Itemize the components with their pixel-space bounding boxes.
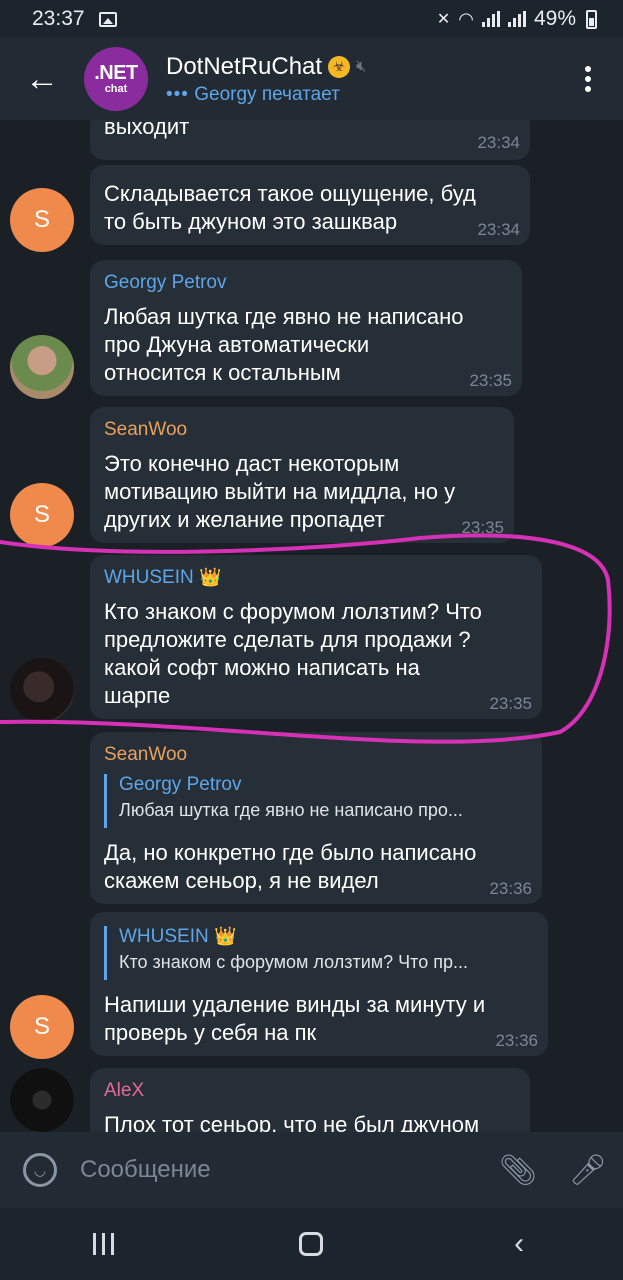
chat-title-row: DotNetRuChat ☣ 🔇︎	[166, 53, 553, 81]
message-text: Да, но конкретно где было написано	[104, 840, 477, 865]
chat-title: DotNetRuChat	[166, 52, 323, 80]
message-bubble[interactable]: WHUSEIN 👑 Кто знаком с форумом лолзтим? …	[90, 912, 548, 1056]
emoji-icon: ◡	[23, 1153, 57, 1187]
message-time: 23:34	[477, 133, 520, 152]
message-text: про Джуна автоматически	[104, 332, 370, 357]
avatar[interactable]: S	[10, 995, 74, 1059]
back-button[interactable]: ←	[0, 38, 84, 120]
avatar[interactable]	[10, 1068, 74, 1132]
home-icon	[299, 1232, 324, 1256]
avatar[interactable]: S	[10, 483, 74, 547]
home-button[interactable]	[266, 1232, 356, 1256]
message-time: 23:36	[489, 879, 532, 898]
recents-button[interactable]	[59, 1233, 149, 1255]
message-text: других и желание пропадет	[104, 507, 385, 532]
avatar[interactable]	[10, 658, 74, 722]
reply-text: Любая шутка где явно не написано про...	[119, 800, 463, 820]
gallery-notification-icon	[98, 11, 117, 27]
message-time: 23:35	[469, 371, 512, 390]
system-back-button[interactable]: ‹	[474, 1227, 564, 1261]
chat-header: ← .NET chat DotNetRuChat ☣ 🔇︎ ••• Georgy…	[0, 38, 623, 120]
system-navigation-bar: ‹	[0, 1208, 623, 1280]
message-text: Это конечно даст некоторым	[104, 451, 400, 476]
message-text: Плох тот сеньор, что не был джуном	[104, 1112, 480, 1132]
message-text: Кто знаком с форумом лолзтим? Что	[104, 599, 482, 624]
avatar-logo-subtext: chat	[104, 83, 128, 95]
message-bubble[interactable]: Складывается такое ощущение, буд то быть…	[90, 165, 530, 245]
crown-icon: 👑	[214, 926, 237, 946]
signal-icon-2	[507, 11, 526, 27]
muted-icon: 🔇︎	[356, 57, 367, 75]
chat-avatar[interactable]: .NET chat	[84, 47, 148, 111]
typing-text: Georgy печатает	[194, 83, 340, 105]
message-text: Любая шутка где явно не написано	[104, 304, 464, 329]
composer: ◡ 📎︎ 🎤︎	[0, 1132, 623, 1208]
emoji-button[interactable]: ◡	[0, 1132, 80, 1208]
avatar-logo-text: .NET	[94, 62, 138, 84]
signal-icon	[481, 11, 500, 27]
sender-name[interactable]: SeanWoo	[104, 744, 187, 766]
message-text: предложите сделать для продажи ?	[104, 627, 471, 652]
message-time: 23:36	[495, 1031, 538, 1050]
message-text: мотивацию выйти на миддла, но у	[104, 479, 456, 504]
message-text: выходит	[104, 120, 190, 139]
avatar[interactable]	[10, 335, 74, 399]
reply-preview[interactable]: Georgy Petrov Любая шутка где явно не на…	[104, 774, 463, 828]
crown-icon: 👑	[199, 567, 222, 587]
paperclip-icon: 📎︎	[498, 1153, 538, 1187]
typing-status: ••• Georgy печатает	[166, 84, 553, 106]
microphone-icon: 🎤︎	[568, 1153, 608, 1187]
message-text: Напиши удаление винды за минуту и	[104, 992, 486, 1017]
more-menu-button[interactable]	[553, 38, 623, 120]
message-bubble[interactable]: AleX Плох тот сеньор, что не был джуном	[90, 1068, 530, 1132]
message-text: скажем сеньор, я не видел	[104, 868, 379, 893]
voice-record-button[interactable]: 🎤︎	[553, 1132, 623, 1208]
battery-icon	[586, 9, 597, 29]
chevron-left-icon: ‹	[514, 1227, 525, 1260]
message-text: относится к остальным	[104, 360, 341, 385]
message-bubble[interactable]: выходит 23:34	[90, 120, 530, 160]
message-bubble[interactable]: WHUSEIN 👑 Кто знаком с форумом лолзтим? …	[90, 555, 542, 719]
message-bubble[interactable]: Georgy Petrov Любая шутка где явно не на…	[90, 260, 522, 396]
wifi-icon: ◠	[458, 8, 474, 29]
battery-percent: 49%	[533, 7, 576, 30]
avatar[interactable]: S	[10, 188, 74, 252]
message-text: то быть джуном это зашквар	[104, 209, 398, 234]
message-time: 23:35	[489, 694, 532, 713]
message-time: 23:34	[477, 220, 520, 239]
message-time: 23:35	[461, 518, 504, 537]
arrow-left-icon: ←	[25, 59, 59, 98]
status-time: 23:37	[32, 7, 85, 30]
reply-sender: WHUSEIN 👑	[119, 926, 237, 947]
chat-info[interactable]: DotNetRuChat ☣ 🔇︎ ••• Georgy печатает	[166, 53, 553, 106]
sender-name[interactable]: AleX	[104, 1080, 144, 1102]
message-bubble[interactable]: SeanWoo Georgy Petrov Любая шутка где яв…	[90, 732, 542, 904]
attach-button[interactable]: 📎︎	[483, 1132, 553, 1208]
message-list[interactable]: выходит 23:34 S Складывается такое ощуще…	[0, 120, 623, 1132]
recents-icon	[59, 1233, 149, 1255]
more-vertical-icon	[585, 66, 591, 72]
reply-sender: Georgy Petrov	[119, 774, 242, 795]
message-text: Складывается такое ощущение, буд	[104, 181, 476, 206]
reply-preview[interactable]: WHUSEIN 👑 Кто знаком с форумом лолзтим? …	[104, 926, 468, 980]
status-bar: 23:37 ✕ ◠ 49%	[0, 0, 623, 38]
status-icons: ✕ ◠ 49%	[437, 7, 597, 31]
message-input[interactable]	[80, 1156, 483, 1184]
mute-vibrate-icon: ✕	[436, 11, 451, 28]
message-text: проверь у себя на пк	[104, 1020, 317, 1045]
typing-dots-icon: •••	[166, 83, 189, 105]
message-text: шарпе	[104, 683, 171, 708]
sender-name[interactable]: Georgy Petrov	[104, 272, 227, 294]
message-text: какой софт можно написать на	[104, 655, 420, 680]
sender-name[interactable]: WHUSEIN 👑	[104, 567, 221, 589]
biohazard-icon: ☣	[328, 55, 351, 78]
reply-text: Кто знаком с форумом лолзтим? Что пр...	[119, 952, 468, 972]
message-bubble[interactable]: SeanWoo Это конечно даст некоторым мотив…	[90, 407, 514, 543]
sender-name[interactable]: SeanWoo	[104, 419, 187, 441]
